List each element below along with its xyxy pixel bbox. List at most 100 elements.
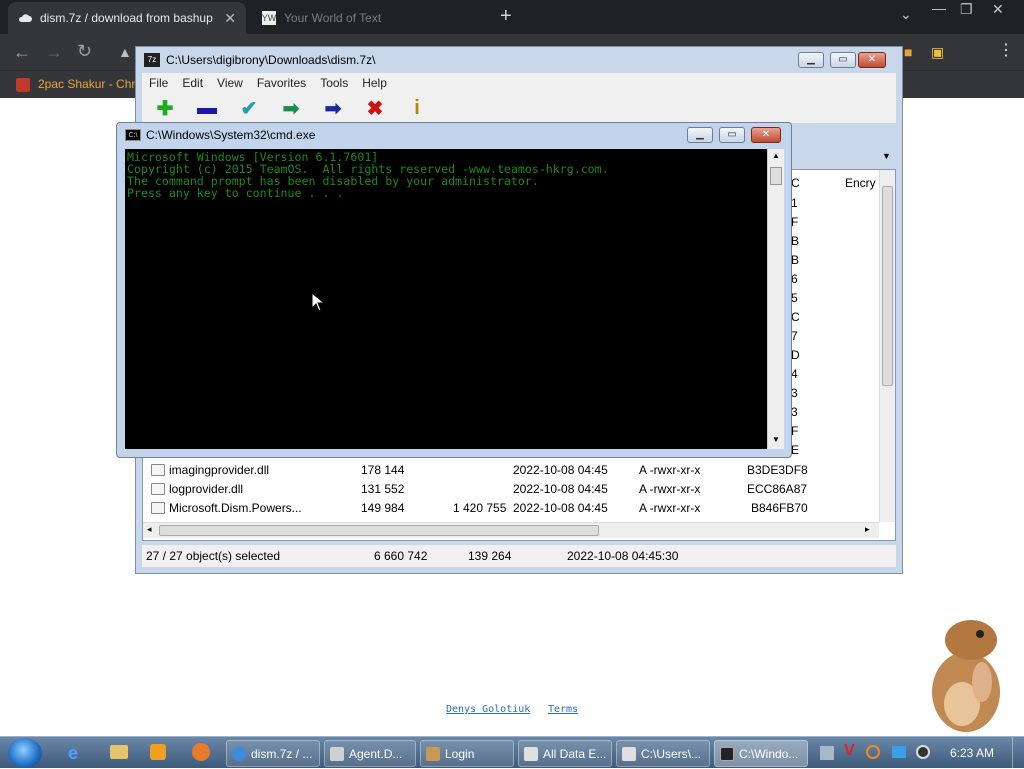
table-row[interactable]: Microsoft.Dism.Powers... 149 984 1 420 7… [149,498,808,517]
media-quicklaunch-icon[interactable] [150,744,166,760]
copy-arrow-icon[interactable]: ➡ [280,97,302,120]
cmd-close-button[interactable]: ✕ [751,127,781,143]
scroll-down-icon[interactable]: ▼ [772,435,780,444]
tray-v-icon[interactable]: V [844,742,855,760]
tray-search-icon[interactable] [866,745,880,759]
scroll-left-icon[interactable]: ◂ [147,524,152,535]
cmd-scroll-thumb[interactable] [770,167,782,185]
cmd-console-output[interactable]: Microsoft Windows [Version 6.1.7601] Copy… [125,149,767,449]
sevenzip-minimize-button[interactable]: ▁ [798,52,824,68]
sevenzip-titlebar[interactable]: 7z C:\Users\digibrony\Downloads\dism.7z\ [136,47,902,73]
file-list-hscrollbar[interactable]: ◂ ▸ [143,522,879,538]
taskbar-item-agent[interactable]: Agent.D... [324,740,416,767]
crc-column-char: 3 [791,386,798,400]
taskbar-item-all-data[interactable]: All Data E... [518,740,612,767]
cloud-icon [18,11,32,25]
chrome-tab-world-of-text[interactable]: YW Your World of Text [252,2,488,34]
file-crc: B846FB70 [751,500,808,515]
bookmark-2pac[interactable]: 2pac Shakur - Chro [38,77,142,91]
app-quicklaunch-icon[interactable] [192,743,210,761]
cmd-minimize-button[interactable]: ▁ [687,127,713,143]
back-icon[interactable]: ← [13,43,31,61]
close-icon[interactable]: ✕ [992,1,1004,18]
file-size: 178 144 [361,462,405,477]
tab-close-icon[interactable]: ✕ [224,10,236,27]
vscroll-thumb[interactable] [882,186,893,386]
menu-file[interactable]: File [142,76,175,90]
tab-search-icon[interactable]: ⌄ [900,6,912,23]
move-arrow-icon[interactable]: ➡ [322,97,344,120]
scroll-right-icon[interactable]: ▸ [865,524,870,535]
path-dropdown-icon[interactable]: ▼ [882,151,891,161]
extract-minus-icon[interactable]: ▬ [196,97,218,119]
chrome-icon [232,747,246,761]
tray-clock[interactable]: 6:23 AM [950,746,994,760]
cmd-title: C:\Windows\System32\cmd.exe [146,128,316,142]
sidebar-icon[interactable]: ▣ [931,43,944,61]
sevenzip-maximize-button[interactable]: ▭ [830,52,856,68]
menu-edit[interactable]: Edit [175,76,210,90]
add-icon[interactable]: ✚ [154,97,176,120]
test-check-icon[interactable]: ✔ [238,97,260,120]
hscroll-thumb[interactable] [159,525,599,536]
menu-tools[interactable]: Tools [313,76,355,90]
file-size: 131 552 [361,481,405,496]
info-icon[interactable]: i [406,97,428,119]
taskbar-label: Login [445,746,475,761]
tray-monitor-icon[interactable] [892,746,906,758]
tab-title: dism.7z / download from bashup [40,11,213,25]
menu-view[interactable]: View [210,76,250,90]
file-modified: 2022-10-08 04:45 [513,462,608,477]
tray-network-icon[interactable] [820,746,834,760]
explorer-quicklaunch-icon[interactable] [110,745,128,759]
file-name: logprovider.dll [169,481,244,496]
file-modified: 2022-10-08 04:45 [513,500,608,515]
show-desktop-button[interactable] [1012,737,1024,769]
table-row[interactable]: logprovider.dll 131 552 2022-10-08 04:45… [149,479,807,498]
start-orb-icon[interactable] [8,738,42,768]
tray-record-icon[interactable] [916,745,930,759]
crc-column-char: B [791,253,800,267]
cmd-maximize-button[interactable]: ▭ [719,127,745,143]
footer-link-author[interactable]: Denys Golotiuk [446,704,530,715]
menu-favorites[interactable]: Favorites [250,76,313,90]
chrome-tab-dism[interactable]: dism.7z / download from bashup ✕ [8,2,246,34]
sevenzip-close-button[interactable]: ✕ [858,52,886,68]
extension-icon[interactable]: ■ [904,43,912,61]
file-icon [151,501,165,514]
scroll-up-icon[interactable]: ▲ [772,151,780,160]
file-crc: B3DE3DF8 [747,462,808,477]
taskbar-item-chrome[interactable]: dism.7z / ... [226,740,320,767]
delete-x-icon[interactable]: ✖ [364,97,386,120]
file-attr: A -rwxr-xr-x [639,481,701,496]
taskbar-item-cmd[interactable]: C:\Windo... [714,740,808,767]
hamster-sticker-image [916,612,1016,736]
column-header-crc[interactable]: C [791,176,800,190]
footer-link-terms[interactable]: Terms [548,704,578,715]
taskbar-item-7zip[interactable]: C:\Users\... [616,740,710,767]
file-attr: A -rwxr-xr-x [639,500,701,515]
menu-help[interactable]: Help [355,76,394,90]
sevenzip-icon [622,747,636,761]
world-of-text-icon: YW [261,11,277,25]
reload-icon[interactable]: ↻ [77,42,92,60]
new-tab-button[interactable]: + [500,6,512,26]
status-size: 6 660 742 [374,549,428,563]
file-modified: 2022-10-08 04:45 [513,481,608,496]
table-row[interactable]: imagingprovider.dll 178 144 2022-10-08 0… [149,460,808,479]
restore-icon[interactable]: ❐ [960,1,973,18]
file-name: imagingprovider.dll [169,462,270,477]
menu-kebab-icon[interactable]: ⋮ [998,42,1014,60]
file-crc: ECC86A87 [747,481,808,496]
taskbar-item-login[interactable]: Login [420,740,514,767]
forward-icon[interactable]: → [45,43,63,61]
crc-column-char: 3 [791,405,798,419]
cmd-app-icon: C:\ [125,129,141,141]
crc-column-char: 1 [791,196,798,210]
column-header-encrypted[interactable]: Encry [845,176,876,190]
file-list-vscrollbar[interactable] [879,170,895,522]
crc-column-char: F [791,424,799,438]
minimize-icon[interactable]: — [932,0,946,16]
ie-quicklaunch-icon[interactable]: e [68,743,78,764]
cmd-vscrollbar[interactable]: ▲ ▼ [767,149,784,449]
